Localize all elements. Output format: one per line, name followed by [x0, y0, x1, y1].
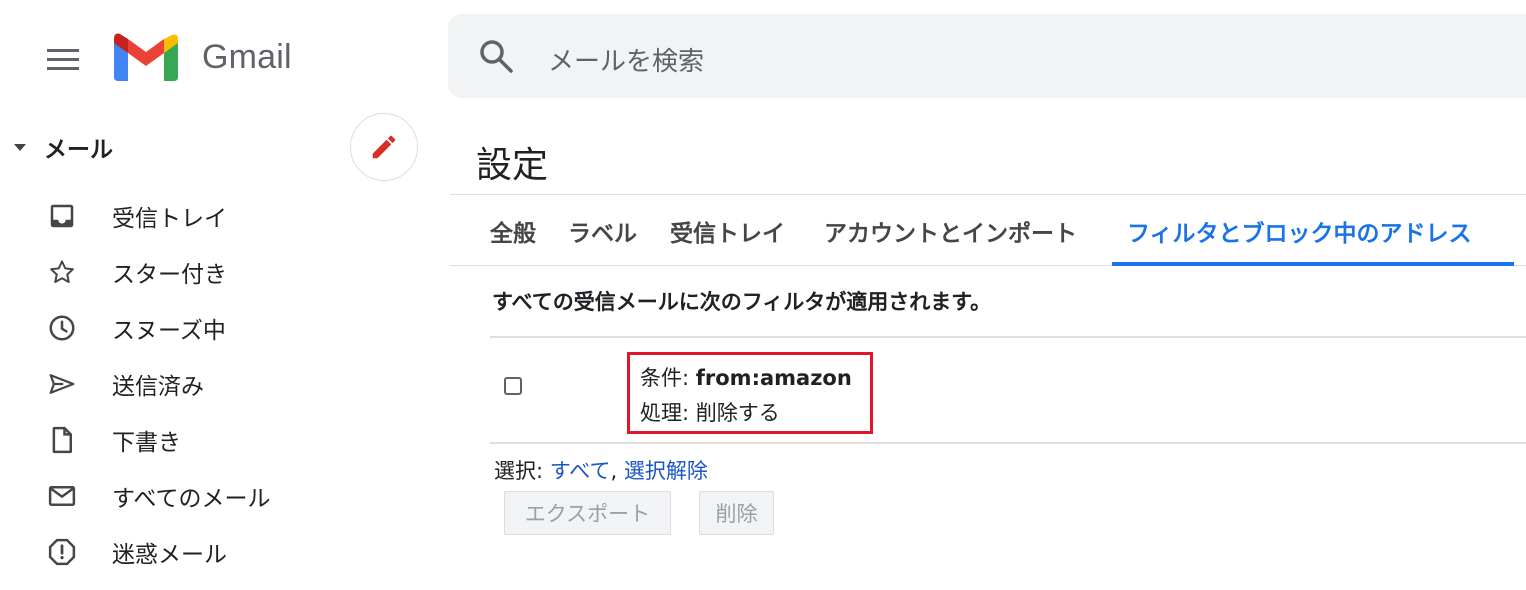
draft-icon	[46, 424, 78, 456]
filter-action-value: 削除する	[695, 401, 780, 425]
tab-labels[interactable]: ラベル	[568, 214, 637, 248]
mail-icon	[46, 480, 78, 512]
sidebar-item-label: 受信トレイ	[112, 206, 227, 232]
star-icon	[46, 256, 78, 288]
tab-accounts-import[interactable]: アカウントとインポート	[824, 214, 1077, 248]
send-icon	[46, 368, 78, 400]
sidebar-item-all-mail[interactable]: すべてのメール	[0, 470, 420, 522]
caret-down-icon	[14, 143, 26, 151]
sidebar-item-starred[interactable]: スター付き	[0, 246, 420, 298]
filter-criteria-value: from:amazon	[695, 366, 852, 390]
filter-action[interactable]: 処理: 削除する	[640, 397, 780, 427]
sidebar-item-label: スヌーズ中	[112, 318, 226, 344]
sidebar-item-snoozed[interactable]: スヌーズ中	[0, 302, 420, 354]
filter-criteria-label: 条件:	[640, 366, 696, 390]
mail-section-toggle[interactable]: メール	[14, 130, 113, 164]
sidebar-item-drafts[interactable]: 下書き	[0, 414, 420, 466]
sidebar-item-label: 下書き	[112, 430, 181, 456]
filter-action-label: 処理:	[640, 401, 696, 425]
sidebar-item-label: スター付き	[112, 262, 227, 288]
sidebar-item-inbox[interactable]: 受信トレイ	[0, 190, 420, 242]
spam-icon	[46, 536, 78, 568]
gmail-logo-icon[interactable]	[114, 33, 178, 81]
select-label: 選択:	[494, 459, 550, 483]
sidebar-item-spam[interactable]: 迷惑メール	[0, 526, 420, 578]
search-input[interactable]	[548, 42, 1248, 82]
filter-checkbox[interactable]	[504, 377, 522, 395]
tab-filters-blocked[interactable]: フィルタとブロック中のアドレス	[1127, 214, 1472, 248]
export-button[interactable]: エクスポート	[504, 491, 671, 535]
pencil-icon	[372, 135, 396, 159]
sidebar-item-label: すべてのメール	[112, 486, 271, 512]
page-title: 設定	[476, 145, 549, 186]
app-name: Gmail	[202, 38, 292, 76]
sidebar-item-label: 迷惑メール	[112, 542, 227, 568]
tab-general[interactable]: 全般	[490, 214, 536, 248]
sidebar-item-label: 送信済み	[112, 374, 204, 400]
divider	[490, 442, 1526, 444]
filter-intro-text: すべての受信メールに次のフィルタが適用されます。	[492, 290, 992, 314]
clock-icon	[46, 312, 78, 344]
select-row: 選択: すべて, 選択解除	[494, 455, 708, 485]
select-separator: ,	[610, 459, 624, 483]
tab-active-indicator	[1112, 262, 1514, 266]
inbox-icon	[46, 200, 78, 232]
compose-button[interactable]	[350, 113, 418, 181]
mail-section-label: メール	[44, 137, 113, 163]
select-all-link[interactable]: すべて	[550, 459, 611, 483]
divider	[490, 336, 1526, 338]
hamburger-menu-icon	[47, 49, 79, 70]
main-menu-button[interactable]	[40, 36, 86, 82]
divider	[450, 194, 1526, 195]
tab-inbox[interactable]: 受信トレイ	[670, 214, 785, 248]
sidebar-item-sent[interactable]: 送信済み	[0, 358, 420, 410]
delete-button[interactable]: 削除	[699, 491, 774, 535]
select-none-link[interactable]: 選択解除	[624, 459, 708, 483]
filter-criteria[interactable]: 条件: from:amazon	[640, 362, 852, 392]
search-icon[interactable]	[478, 38, 514, 74]
